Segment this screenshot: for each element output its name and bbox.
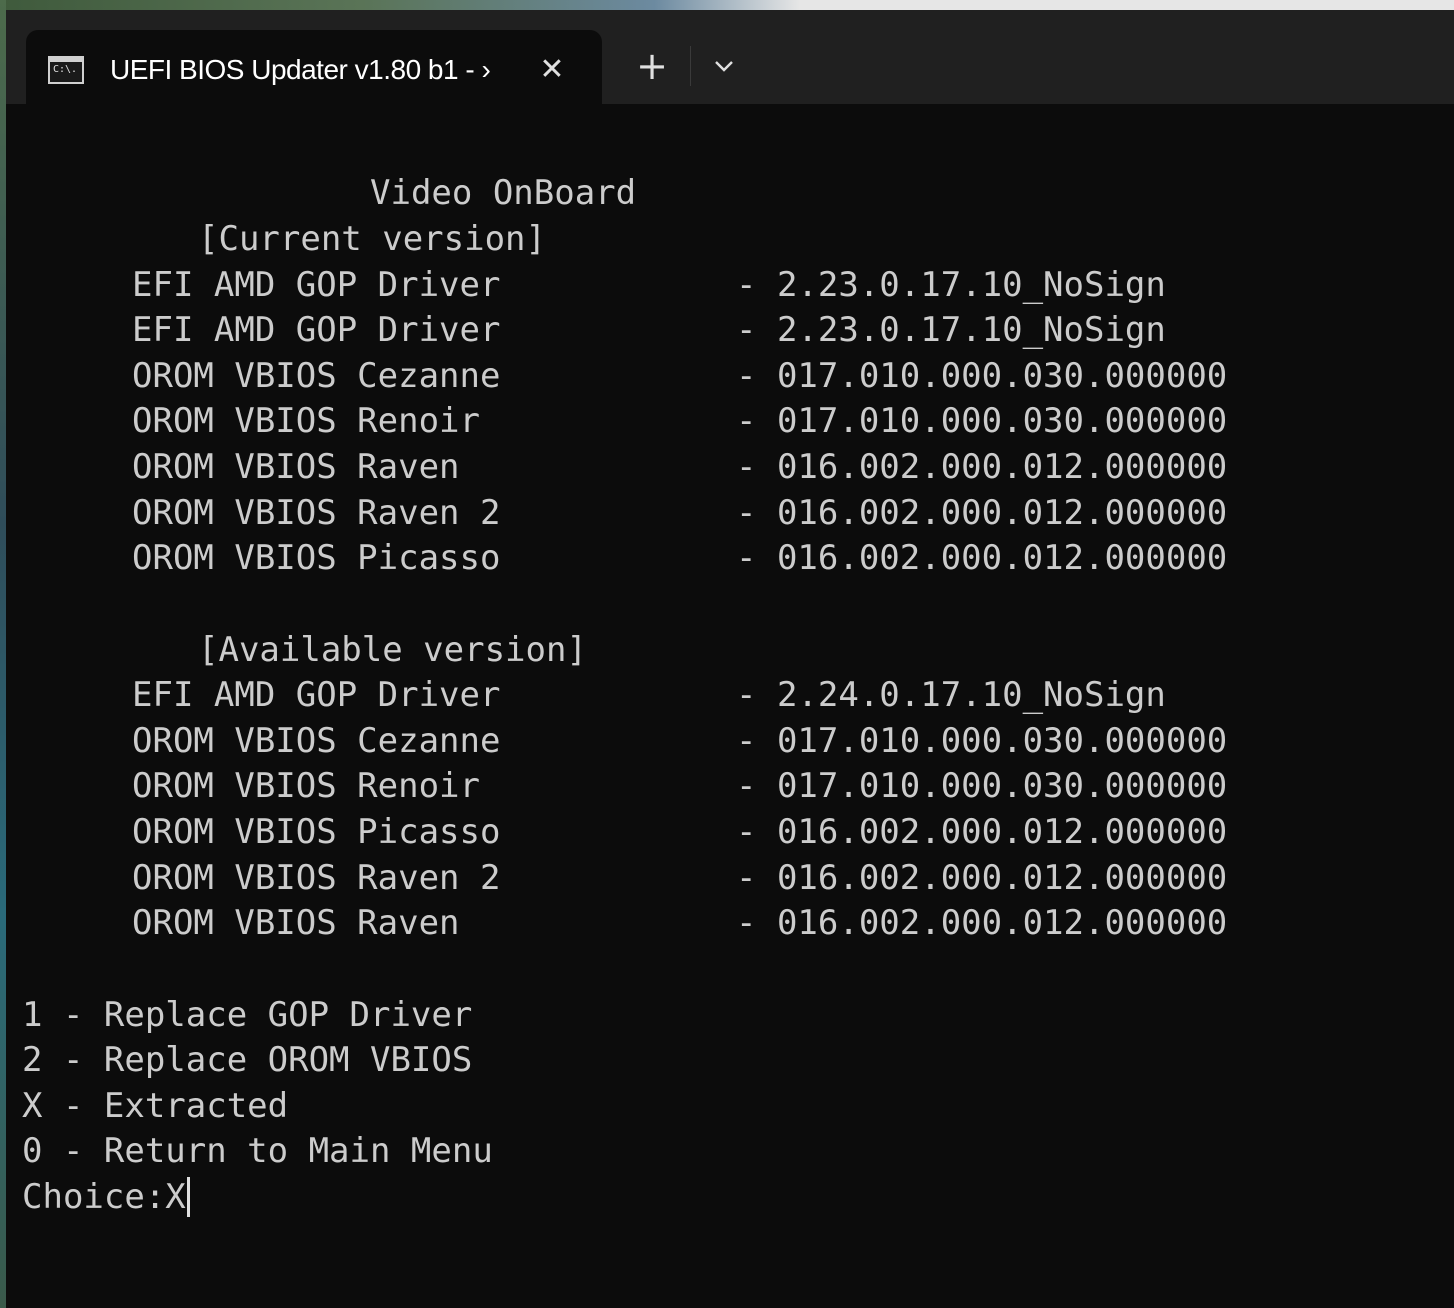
menu-option: 0 - Return to Main Menu — [22, 1131, 493, 1171]
console-icon: C:\. — [48, 56, 84, 84]
available-item-name: OROM VBIOS Cezanne — [132, 721, 501, 761]
desktop-background-left — [0, 0, 6, 1308]
available-item-version: - 016.002.000.012.000000 — [736, 812, 1228, 852]
text-cursor — [186, 1176, 190, 1217]
tab-separator — [690, 46, 691, 86]
current-item-version: - 2.23.0.17.10_NoSign — [736, 265, 1166, 305]
current-item-name: OROM VBIOS Renoir — [132, 401, 480, 441]
available-item-version: - 017.010.000.030.000000 — [736, 721, 1228, 761]
section-heading: Video OnBoard — [370, 173, 637, 213]
current-item-name: EFI AMD GOP Driver — [132, 310, 501, 350]
tab-title: UEFI BIOS Updater v1.80 b1 - › — [110, 54, 491, 85]
available-item-version: - 2.24.0.17.10_NoSign — [736, 675, 1166, 715]
current-version-label: [Current version] — [198, 219, 546, 259]
available-item-name: EFI AMD GOP Driver — [132, 675, 501, 715]
menu-option: 2 - Replace OROM VBIOS — [22, 1040, 473, 1080]
current-item-version: - 016.002.000.012.000000 — [736, 538, 1228, 578]
available-version-label: [Available version] — [198, 630, 587, 670]
close-icon[interactable]: ✕ — [530, 48, 574, 92]
terminal-window: C:\. UEFI BIOS Updater v1.80 b1 - › ✕ + … — [0, 0, 1454, 1308]
choice-prompt: Choice: — [22, 1177, 166, 1217]
tab-bar: C:\. UEFI BIOS Updater v1.80 b1 - › ✕ + — [6, 10, 1454, 114]
available-item-version: - 016.002.000.012.000000 — [736, 858, 1228, 898]
available-item-name: OROM VBIOS Picasso — [132, 812, 501, 852]
current-item-name: OROM VBIOS Cezanne — [132, 356, 501, 396]
tab-active[interactable]: C:\. UEFI BIOS Updater v1.80 b1 - › ✕ — [26, 30, 602, 114]
available-item-name: OROM VBIOS Raven — [132, 903, 460, 943]
current-item-version: - 017.010.000.030.000000 — [736, 401, 1228, 441]
available-item-version: - 016.002.000.012.000000 — [736, 903, 1228, 943]
current-item-name: OROM VBIOS Raven 2 — [132, 493, 501, 533]
available-item-name: OROM VBIOS Raven 2 — [132, 858, 501, 898]
choice-prompt-line[interactable]: Choice:X — [22, 1174, 190, 1220]
menu-option: X - Extracted — [22, 1086, 289, 1126]
available-item-name: OROM VBIOS Renoir — [132, 766, 480, 806]
available-item-version: - 017.010.000.030.000000 — [736, 766, 1228, 806]
terminal-output[interactable]: Video OnBoard [Current version] EFI AMD … — [22, 104, 1442, 1294]
chevron-down-icon[interactable] — [700, 40, 748, 92]
current-item-name: OROM VBIOS Raven — [132, 447, 460, 487]
current-item-version: - 016.002.000.012.000000 — [736, 447, 1228, 487]
current-item-version: - 017.010.000.030.000000 — [736, 356, 1228, 396]
choice-input[interactable]: X — [165, 1177, 185, 1217]
new-tab-button[interactable]: + — [626, 40, 678, 92]
current-item-name: OROM VBIOS Picasso — [132, 538, 501, 578]
menu-option: 1 - Replace GOP Driver — [22, 995, 473, 1035]
current-item-version: - 016.002.000.012.000000 — [736, 493, 1228, 533]
desktop-background-top — [0, 0, 1454, 10]
current-item-version: - 2.23.0.17.10_NoSign — [736, 310, 1166, 350]
current-item-name: EFI AMD GOP Driver — [132, 265, 501, 305]
